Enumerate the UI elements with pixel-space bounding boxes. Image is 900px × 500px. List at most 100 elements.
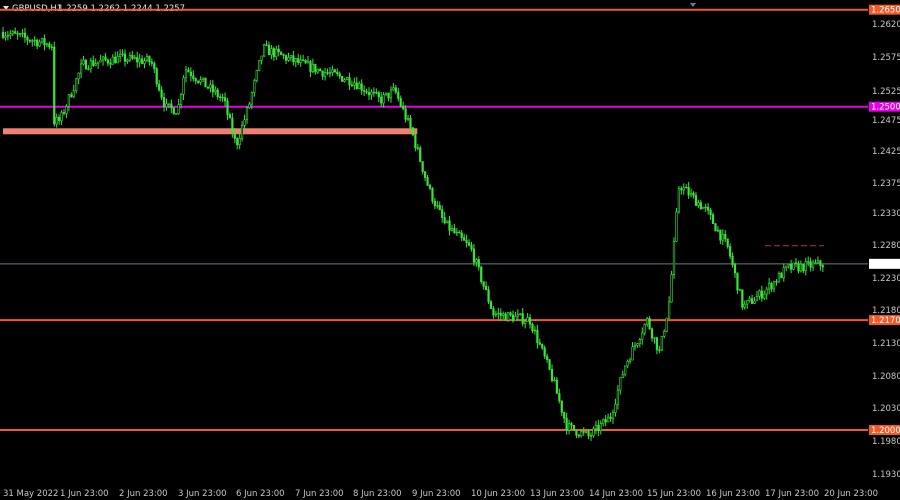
candle-body <box>672 240 676 275</box>
candle-body <box>753 300 756 304</box>
candle-body <box>560 400 563 413</box>
candle-body <box>60 112 63 122</box>
candle-body <box>323 72 327 77</box>
candle-body <box>62 112 66 114</box>
candle-body <box>38 41 41 47</box>
candle-body <box>389 89 393 99</box>
candle-body <box>262 44 266 57</box>
candle-body <box>4 35 7 38</box>
candle-body <box>128 54 131 61</box>
candle-body <box>160 89 163 98</box>
candle-body <box>211 84 214 93</box>
candle-body <box>241 124 244 139</box>
candle-body <box>136 57 139 63</box>
candle-body <box>772 281 776 290</box>
candle-body <box>21 32 24 35</box>
candle-body <box>180 93 183 105</box>
candle-body <box>48 43 51 48</box>
candle-body <box>40 38 44 43</box>
candle-body <box>299 59 302 63</box>
candle-body <box>140 58 144 64</box>
candle-body <box>794 262 798 265</box>
candle-body <box>638 339 641 344</box>
candle-body <box>424 171 427 178</box>
candle-body <box>480 266 483 282</box>
candle-body <box>775 281 778 283</box>
candle-body <box>155 68 158 85</box>
candle-body <box>223 97 227 102</box>
candle-body <box>75 78 78 91</box>
candle-body <box>453 228 456 233</box>
chart-window[interactable]: GBPUSD,H1 1.2259 1.2262 1.2244 1.2257 1.… <box>0 0 900 500</box>
candle-body <box>14 31 17 34</box>
candle-body <box>119 54 122 57</box>
candle-body <box>565 417 568 431</box>
candle-body <box>143 60 146 64</box>
candle-body <box>131 54 134 59</box>
candle-body <box>192 75 195 79</box>
candle-body <box>680 188 683 191</box>
candle-body <box>204 77 207 88</box>
candle-body <box>450 228 454 231</box>
candle-body <box>6 35 9 37</box>
candle-body <box>284 55 288 61</box>
candle-body <box>397 91 400 99</box>
candle-body <box>280 51 283 56</box>
candle-body <box>624 365 627 376</box>
candle-body <box>443 217 446 224</box>
shift-marker-icon[interactable] <box>690 3 696 7</box>
candle-body <box>326 72 329 74</box>
time-axis: 31 May 2022 1 Jun 23:00 2 Jun 23:00 3 Ju… <box>3 489 878 499</box>
candle-body <box>248 103 251 109</box>
candle-body <box>694 195 698 206</box>
candle-body <box>243 119 246 126</box>
candle-body <box>477 259 480 268</box>
candle-body <box>497 312 500 315</box>
candle-body <box>121 53 124 55</box>
candle-body <box>709 209 712 215</box>
candle-body <box>531 323 534 332</box>
candle-body <box>289 55 293 58</box>
candle-body <box>577 434 580 437</box>
candle-body <box>604 419 607 423</box>
candle-body <box>502 313 505 316</box>
candle-body <box>521 313 524 324</box>
candle-body <box>302 59 305 61</box>
candle-body <box>511 314 515 322</box>
candle-body <box>184 69 188 79</box>
candle-body <box>731 255 734 265</box>
candle-body <box>799 263 802 272</box>
candle-body <box>79 63 83 74</box>
x-tick-label: 2 Jun 23:00 <box>119 489 168 499</box>
candle-body <box>594 425 598 430</box>
candle-body <box>343 79 346 82</box>
candle-body <box>548 359 551 370</box>
candle-body <box>9 33 12 36</box>
candle-body <box>646 318 649 325</box>
supply-zone[interactable] <box>3 128 418 135</box>
candle-body <box>804 261 807 271</box>
candle-body <box>653 337 656 339</box>
candle-body <box>114 56 117 64</box>
x-tick-label: 10 Jun 23:00 <box>471 489 525 499</box>
x-tick-label: 6 Jun 23:00 <box>236 489 285 499</box>
x-tick-label: 14 Jun 23:00 <box>589 489 643 499</box>
candle-body <box>414 134 417 148</box>
candle-body <box>206 86 210 89</box>
candle-body <box>809 261 812 268</box>
candle-body <box>743 303 746 308</box>
candle-body <box>84 59 88 70</box>
candle-body <box>575 429 578 436</box>
price-chart[interactable]: GBPUSD,H1 1.2259 1.2262 1.2244 1.2257 1.… <box>0 0 900 500</box>
candle-body <box>187 69 190 73</box>
candle-body <box>670 274 673 303</box>
candle-body <box>533 329 537 332</box>
candle-body <box>350 84 354 87</box>
candle-body <box>597 425 600 432</box>
candle-body <box>363 90 366 92</box>
candle-body <box>306 61 310 64</box>
candle-body <box>197 80 200 83</box>
candle-body <box>138 58 141 63</box>
candle-body <box>821 265 824 268</box>
candle-body <box>524 321 527 324</box>
